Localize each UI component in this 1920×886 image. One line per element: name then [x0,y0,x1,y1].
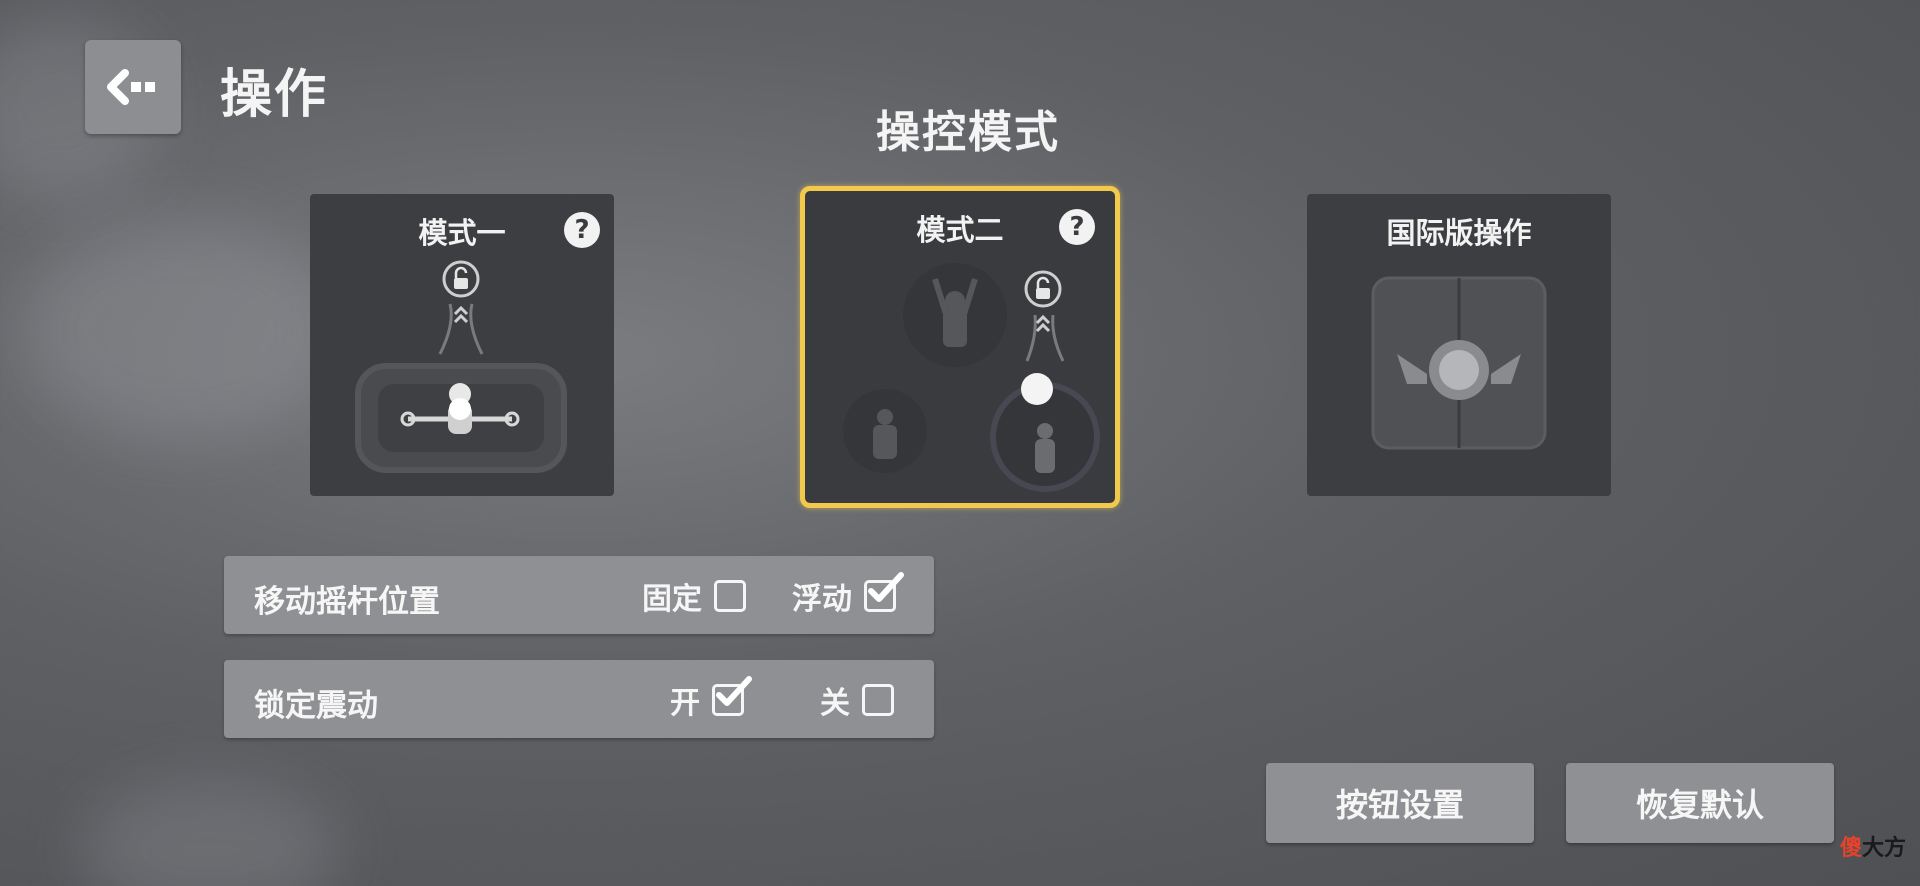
page-title: 操作 [220,65,329,125]
back-button[interactable] [85,40,181,134]
option-off-label: 关 [820,686,850,721]
checkbox-unchecked[interactable] [714,580,746,612]
checkbox-unchecked[interactable] [862,684,894,716]
watermark-char: 傻 [1839,836,1862,861]
international-mode-illustration [1371,276,1547,450]
button-settings-button[interactable]: 按钮设置 [1266,763,1534,843]
joystick-position-row: 移动摇杆位置 固定 浮动 [224,556,934,634]
watermark: 傻大方 [1840,830,1906,862]
background-cloud [20,220,340,440]
option-floating[interactable]: 浮动 [792,572,904,618]
checkmark-icon [716,676,752,706]
background-cloud [80,780,340,886]
checkmark-icon [868,572,904,602]
mode-card-international[interactable]: 国际版操作 [1307,194,1611,496]
mode-card-1[interactable]: 模式一 ? [310,194,614,496]
mode-one-illustration [355,260,567,473]
mode-card-2[interactable]: 模式二 ? [800,186,1120,508]
checkbox-checked[interactable] [864,572,904,612]
option-fixed[interactable]: 固定 [642,574,746,618]
option-on[interactable]: 开 [670,676,752,722]
checkbox-checked[interactable] [712,676,752,716]
restore-default-button[interactable]: 恢复默认 [1566,763,1834,843]
option-on-label: 开 [670,686,700,721]
watermark-text: 大方 [1861,836,1906,861]
option-fixed-label: 固定 [642,582,702,617]
joystick-position-label: 移动摇杆位置 [254,584,440,620]
option-floating-label: 浮动 [792,582,852,617]
mode-two-illustration [843,263,1100,492]
lock-vibration-row: 锁定震动 开 关 [224,660,934,738]
lock-vibration-label: 锁定震动 [254,688,378,724]
section-title: 操控模式 [876,107,1060,158]
option-off[interactable]: 关 [820,678,894,722]
back-arrow-icon [107,69,155,105]
